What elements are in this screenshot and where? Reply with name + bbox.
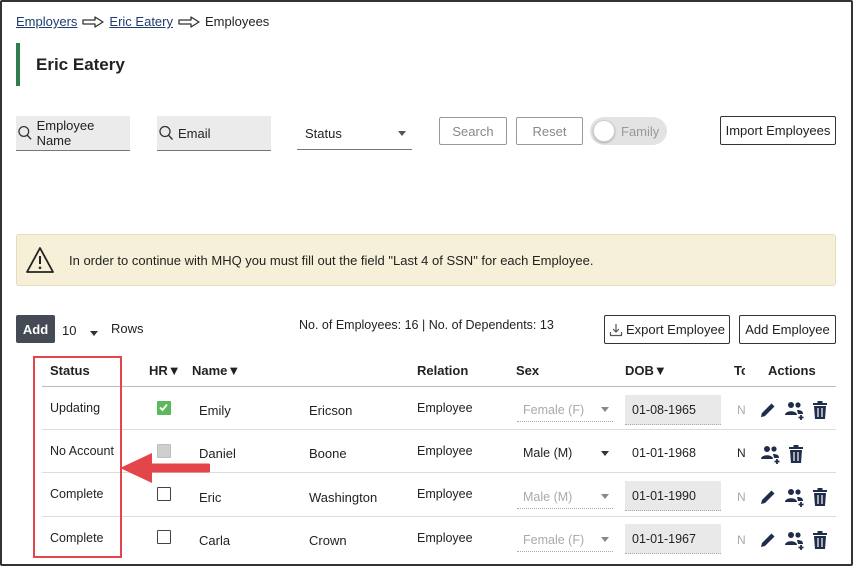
- last-name: Crown: [309, 533, 347, 548]
- sex-value: Female (F): [523, 402, 585, 417]
- tc-value: N: [737, 490, 745, 504]
- first-name: Eric: [199, 490, 222, 505]
- column-header-relation: Relation: [417, 363, 469, 378]
- sex-select: Female (F): [517, 398, 613, 422]
- pencil-edit-icon[interactable]: [758, 400, 778, 420]
- annotation-arrow-icon: [120, 453, 210, 483]
- table-header-divider: [42, 386, 836, 387]
- dob-value: 01-01-1967: [632, 531, 696, 546]
- rows-per-page-select[interactable]: 10: [62, 319, 104, 341]
- trash-delete-icon[interactable]: [810, 400, 830, 420]
- checkmark-icon: [159, 403, 168, 412]
- chevron-down-icon: [398, 131, 406, 136]
- breadcrumb-eric-eatery-link[interactable]: Eric Eatery: [109, 14, 173, 29]
- trash-delete-icon[interactable]: [786, 444, 806, 464]
- dob-value: 01-01-1990: [632, 488, 696, 503]
- chevron-down-icon: [601, 407, 609, 412]
- column-header-hr[interactable]: HR▼: [149, 363, 181, 378]
- column-header-tc: Tc: [734, 363, 745, 378]
- email-search-input[interactable]: Email: [157, 116, 271, 151]
- row-divider: [42, 429, 836, 430]
- trash-delete-icon[interactable]: [810, 530, 830, 550]
- column-header-sex: Sex: [516, 363, 540, 378]
- sex-select: Female (F): [517, 528, 613, 552]
- chevron-down-icon: [90, 330, 99, 336]
- title-accent-bar: [16, 43, 20, 86]
- pencil-edit-icon[interactable]: [758, 530, 778, 550]
- column-header-name[interactable]: Name▼: [192, 363, 240, 378]
- sex-value: Male (M): [523, 489, 573, 504]
- employee-name-search-input[interactable]: Employee Name: [16, 116, 130, 151]
- sex-select: Male (M): [517, 485, 613, 509]
- add-dependent-icon[interactable]: [784, 400, 806, 420]
- rows-per-page-value: 10: [62, 322, 77, 338]
- hr-checkbox[interactable]: [157, 487, 171, 501]
- relation: Employee: [417, 531, 473, 545]
- search-icon: [159, 125, 174, 140]
- chevron-down-icon: [601, 450, 609, 456]
- first-name: Emily: [199, 403, 231, 418]
- dob-value: 01-01-1968: [632, 446, 696, 460]
- reset-button[interactable]: Reset: [516, 117, 583, 145]
- hr-checkbox[interactable]: [157, 401, 171, 415]
- employee-name-placeholder: Employee Name: [36, 118, 95, 148]
- pencil-edit-icon[interactable]: [758, 487, 778, 507]
- breadcrumb: Employers Eric Eatery Employees: [16, 14, 269, 29]
- ssn-warning-alert: In order to continue with MHQ you must f…: [16, 234, 836, 286]
- dob-input[interactable]: 01-01-1990: [625, 481, 721, 511]
- tc-value: N: [737, 533, 745, 547]
- dob-input: 01-01-1968: [625, 438, 721, 468]
- arrow-right-icon: [178, 15, 200, 28]
- add-dependent-icon[interactable]: [784, 487, 806, 507]
- sex-value: Female (F): [523, 532, 585, 547]
- chevron-down-icon: [601, 537, 609, 542]
- breadcrumb-employers-link[interactable]: Employers: [16, 14, 77, 29]
- page-title: Eric Eatery: [36, 55, 125, 74]
- tc-value: N: [737, 403, 745, 417]
- row-divider: [42, 516, 836, 517]
- email-placeholder: Email: [178, 125, 211, 141]
- search-button[interactable]: Search: [439, 117, 507, 145]
- relation: Employee: [417, 401, 473, 415]
- tc-value: N: [737, 446, 745, 460]
- add-dependent-icon[interactable]: [784, 530, 806, 550]
- family-toggle[interactable]: Family: [590, 117, 667, 145]
- arrow-right-icon: [82, 15, 105, 28]
- alert-message: In order to continue with MHQ you must f…: [69, 252, 594, 268]
- status-select[interactable]: Status: [297, 118, 412, 150]
- first-name: Carla: [199, 533, 231, 548]
- last-name: Boone: [309, 446, 347, 461]
- family-toggle-label: Family: [621, 123, 660, 139]
- add-dependent-icon[interactable]: [760, 444, 782, 464]
- relation: Employee: [417, 487, 473, 501]
- status-select-label: Status: [305, 126, 342, 141]
- hr-checkbox[interactable]: [157, 530, 171, 544]
- warning-triangle-icon: [26, 247, 54, 273]
- add-button[interactable]: Add: [16, 315, 55, 343]
- trash-delete-icon[interactable]: [810, 487, 830, 507]
- import-employees-button[interactable]: Import Employees: [720, 116, 836, 145]
- column-header-dob[interactable]: DOB▼: [625, 363, 667, 378]
- last-name: Ericson: [309, 403, 353, 418]
- last-name: Washington: [309, 490, 378, 505]
- rows-label: Rows: [111, 321, 144, 336]
- chevron-down-icon: [601, 494, 609, 499]
- dob-value: 01-08-1965: [632, 402, 696, 417]
- toggle-knob: [593, 120, 615, 142]
- add-employee-button[interactable]: Add Employee: [739, 315, 836, 344]
- column-header-actions: Actions: [768, 363, 816, 378]
- sex-value: Male (M): [523, 446, 573, 460]
- export-employee-button[interactable]: Export Employee: [604, 315, 730, 344]
- download-icon: [609, 323, 623, 336]
- breadcrumb-current: Employees: [205, 14, 270, 29]
- dob-input[interactable]: 01-08-1965: [625, 395, 721, 425]
- sex-select[interactable]: Male (M): [517, 441, 613, 465]
- relation: Employee: [417, 444, 473, 458]
- dob-input[interactable]: 01-01-1967: [625, 524, 721, 554]
- export-employee-label: Export Employee: [626, 322, 725, 337]
- employee-counts: No. of Employees: 16 | No. of Dependents…: [299, 318, 554, 332]
- status-column-highlight-box: [33, 356, 122, 558]
- search-icon: [18, 126, 32, 140]
